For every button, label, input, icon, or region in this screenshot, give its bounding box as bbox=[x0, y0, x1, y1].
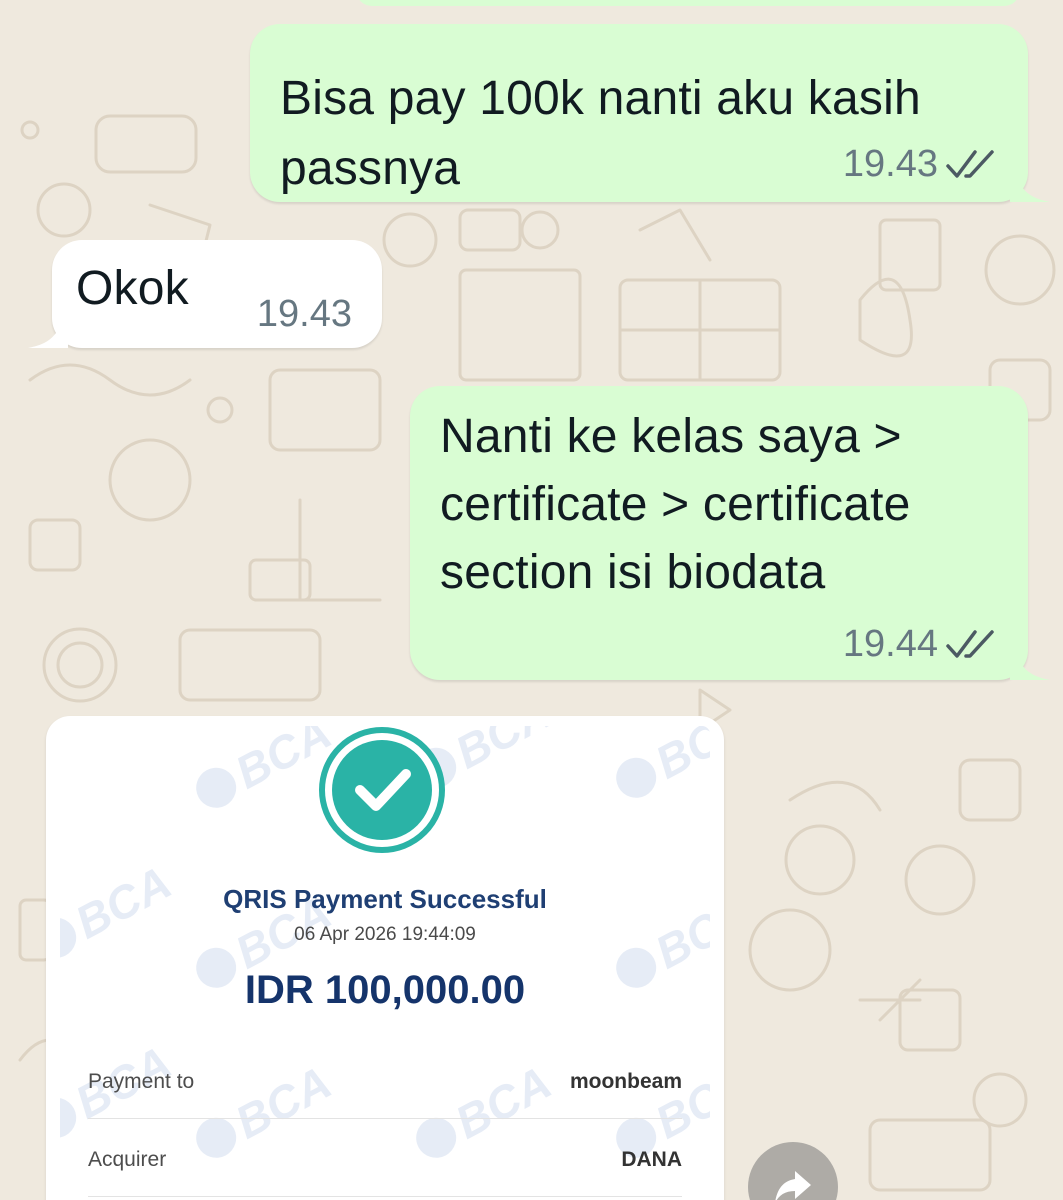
message-time: 19.43 bbox=[842, 143, 938, 185]
receipt-row-label: Payment to bbox=[88, 1070, 195, 1093]
receipt-row-payment-to: Payment to moonbeam bbox=[88, 1070, 682, 1119]
payment-status-title: QRIS Payment Successful bbox=[223, 884, 547, 914]
message-text-line: Okok bbox=[76, 262, 189, 315]
message-text-line: section isi biodata bbox=[440, 546, 826, 599]
payment-receipt-image[interactable]: BCA BCA BCA BCA BCA BCA BCA BCA BCA BCA … bbox=[60, 726, 710, 1200]
message-text-line: Bisa pay 100k nanti aku kasih bbox=[280, 72, 921, 125]
payment-datetime: 06 Apr 2026 19:44:09 bbox=[294, 924, 476, 945]
forward-button[interactable] bbox=[748, 1142, 838, 1200]
receipt-row-label: Acquirer bbox=[88, 1148, 167, 1171]
forward-arrow-icon bbox=[775, 1171, 811, 1200]
chat-thread: Bisa pay 100k nanti aku kasih passnya 19… bbox=[0, 0, 1063, 1200]
message-meta: 19.43 bbox=[843, 143, 998, 186]
receipt-row-value: moonbeam bbox=[569, 1070, 682, 1093]
bubble-tail bbox=[1010, 162, 1050, 202]
receipt-row-value: DANA bbox=[621, 1148, 682, 1171]
outgoing-message-bubble[interactable]: Bisa pay 100k nanti aku kasih passnya 19… bbox=[250, 24, 1050, 202]
message-text-line: Nanti ke kelas saya > bbox=[440, 410, 902, 463]
double-check-icon bbox=[946, 629, 994, 658]
incoming-message-bubble[interactable]: Okok 19.43 bbox=[28, 240, 382, 348]
check-circle-icon bbox=[319, 727, 445, 853]
previous-message-edge bbox=[356, 0, 1020, 6]
message-text-line: passnya bbox=[280, 142, 461, 195]
bca-watermark: BCA bbox=[186, 726, 340, 821]
bubble-tail bbox=[1010, 640, 1050, 680]
image-message-bubble[interactable]: BCA BCA BCA BCA BCA BCA BCA BCA BCA BCA … bbox=[46, 716, 724, 1200]
message-meta: 19.44 bbox=[843, 623, 998, 666]
outgoing-message-bubble[interactable]: Nanti ke kelas saya > certificate > cert… bbox=[410, 386, 1050, 680]
message-text-line: certificate > certificate bbox=[440, 478, 911, 531]
payment-amount: IDR 100,000.00 bbox=[244, 968, 526, 1012]
double-check-icon bbox=[946, 149, 994, 178]
message-meta: 19.43 bbox=[257, 293, 352, 336]
bubble-tail bbox=[28, 308, 68, 348]
message-time: 19.43 bbox=[256, 293, 352, 335]
receipt-row-acquirer: Acquirer DANA bbox=[88, 1148, 682, 1197]
message-time: 19.44 bbox=[842, 623, 938, 665]
bca-watermark: BCA bbox=[606, 726, 710, 811]
